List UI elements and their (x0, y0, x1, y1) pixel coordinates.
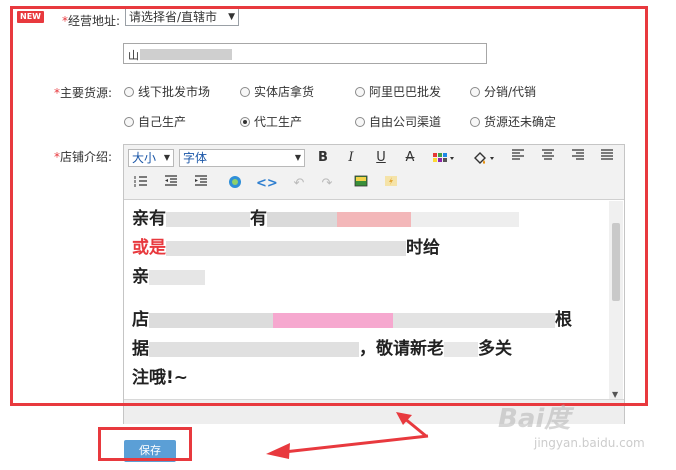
baidu-watermark-url: jingyan.baidu.com (534, 436, 645, 450)
baidu-watermark: Bai度 (498, 404, 571, 434)
annotation-arrows (266, 412, 429, 459)
